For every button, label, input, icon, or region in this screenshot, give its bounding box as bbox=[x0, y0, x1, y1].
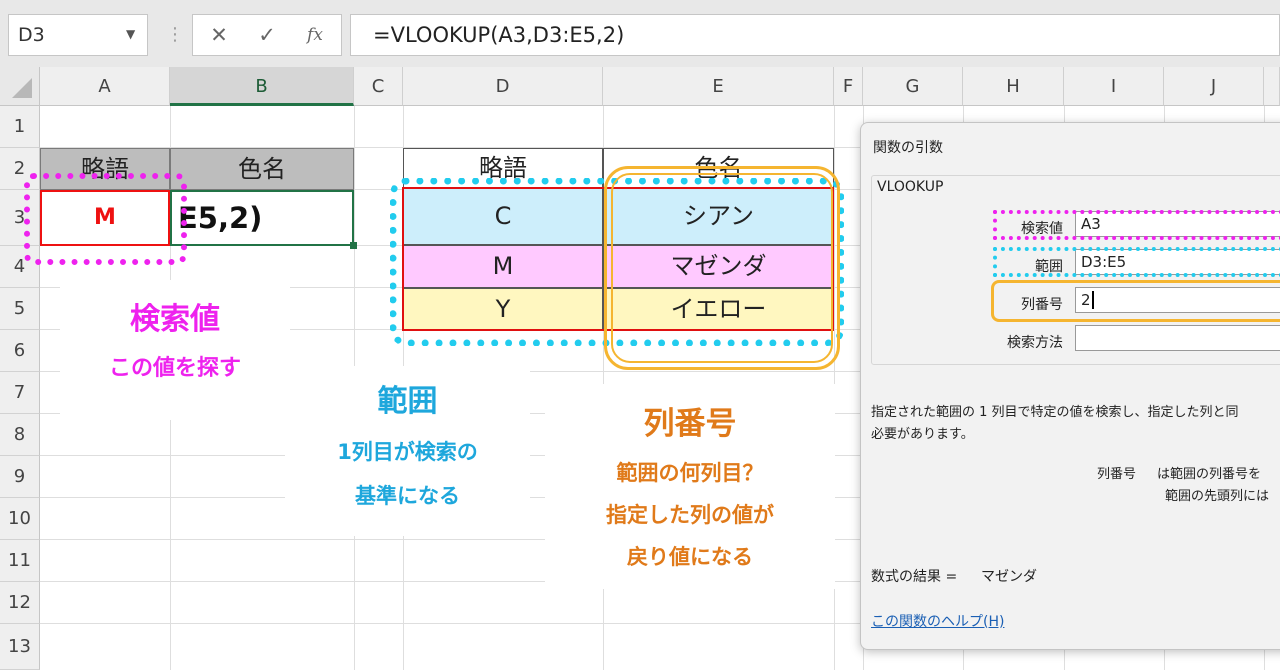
formula-input[interactable]: =VLOOKUP(A3,D3:E5,2) bbox=[350, 14, 1280, 56]
select-all-icon bbox=[12, 78, 32, 98]
callout-column-index-text-3: 戻り値になる bbox=[627, 545, 753, 569]
arg-help-text-1: は範囲の列番号を bbox=[1157, 467, 1262, 482]
row-header-6[interactable]: 6 bbox=[0, 330, 40, 372]
column-header-b[interactable]: B bbox=[170, 67, 354, 106]
column-header-k[interactable] bbox=[1264, 67, 1280, 106]
callout-range-text-2: 基準になる bbox=[355, 484, 460, 508]
callout-range-text-1: 1列目が検索の bbox=[337, 440, 478, 464]
callout-column-index-text-2: 指定した列の値が bbox=[606, 503, 774, 527]
row-header-11[interactable]: 11 bbox=[0, 540, 40, 582]
row-header-9[interactable]: 9 bbox=[0, 456, 40, 498]
function-description-1: 指定された範囲の 1 列目で特定の値を検索し、指定した列と同 bbox=[871, 405, 1239, 420]
callout-column-index-title: 列番号 bbox=[643, 406, 737, 442]
column-header-g[interactable]: G bbox=[863, 67, 963, 106]
row-header-12[interactable]: 12 bbox=[0, 582, 40, 624]
function-help-link[interactable]: この関数のヘルプ(H) bbox=[871, 611, 1004, 631]
function-arguments-dialog: 関数の引数 VLOOKUP 検索値 A3 範囲 D3:E5 列番号 2 検索方法… bbox=[860, 122, 1280, 650]
row-header-8[interactable]: 8 bbox=[0, 414, 40, 456]
name-box-dropdown-icon[interactable]: ▼ bbox=[126, 27, 135, 41]
column-header-e[interactable]: E bbox=[603, 67, 834, 106]
callout-lookup-value: 検索値 この値を探す bbox=[60, 280, 290, 420]
cancel-icon[interactable]: ✕ bbox=[201, 15, 237, 55]
formula-text: =VLOOKUP(A3,D3:E5,2) bbox=[373, 23, 625, 47]
callout-range: 範囲 1列目が検索の 基準になる bbox=[285, 366, 530, 536]
row-header-5[interactable]: 5 bbox=[0, 288, 40, 330]
column-index-arg-highlight bbox=[991, 280, 1280, 322]
callout-lookup-value-title: 検索値 bbox=[130, 302, 220, 337]
enter-icon[interactable]: ✓ bbox=[249, 15, 285, 55]
column-header-a[interactable]: A bbox=[40, 67, 170, 106]
column-header-i[interactable]: I bbox=[1064, 67, 1164, 106]
column-header-f[interactable]: F bbox=[834, 67, 863, 106]
arg-help-label: 列番号 bbox=[1097, 467, 1137, 482]
column-header-c[interactable]: C bbox=[354, 67, 403, 106]
function-name: VLOOKUP bbox=[875, 179, 946, 195]
arg-help-text-2: 範囲の先頭列には bbox=[1165, 489, 1270, 504]
callout-range-title: 範囲 bbox=[377, 384, 438, 419]
formula-buttons: ✕ ✓ fx bbox=[192, 14, 342, 56]
name-box-value: D3 bbox=[18, 24, 45, 46]
row-header-7[interactable]: 7 bbox=[0, 372, 40, 414]
insert-function-icon[interactable]: fx bbox=[297, 15, 333, 55]
formula-result-label: 数式の結果 = bbox=[871, 569, 958, 585]
callout-column-index: 列番号 範囲の何列目？ 指定した列の値が 戻り値になる bbox=[545, 384, 835, 589]
row-header-1[interactable]: 1 bbox=[0, 106, 40, 148]
column-index-highlight-inner bbox=[611, 173, 833, 363]
column-header-j[interactable]: J bbox=[1164, 67, 1264, 106]
column-header-d[interactable]: D bbox=[403, 67, 603, 106]
cell-b3-editing[interactable]: E5,2) bbox=[170, 190, 354, 246]
lookup-value-highlight bbox=[24, 173, 187, 265]
function-description-2: 必要があります。 bbox=[871, 427, 974, 442]
callout-column-index-text-1: 範囲の何列目？ bbox=[616, 461, 764, 485]
arg-input-match-type[interactable] bbox=[1075, 325, 1280, 351]
column-header-h[interactable]: H bbox=[963, 67, 1064, 106]
formula-result-value: マゼンダ bbox=[981, 569, 1037, 585]
range-arg-highlight bbox=[993, 247, 1280, 277]
cell-b2-header[interactable]: 色名 bbox=[170, 148, 354, 190]
arg-label-match-type: 検索方法 bbox=[1007, 335, 1063, 351]
formula-bar-grip-icon: ⋮ bbox=[166, 24, 184, 45]
callout-lookup-value-text: この値を探す bbox=[108, 356, 241, 381]
dialog-title: 関数の引数 bbox=[873, 140, 943, 156]
row-header-13[interactable]: 13 bbox=[0, 624, 40, 670]
row-header-10[interactable]: 10 bbox=[0, 498, 40, 540]
fill-handle[interactable] bbox=[350, 242, 357, 249]
lookup-value-arg-highlight bbox=[993, 210, 1280, 240]
